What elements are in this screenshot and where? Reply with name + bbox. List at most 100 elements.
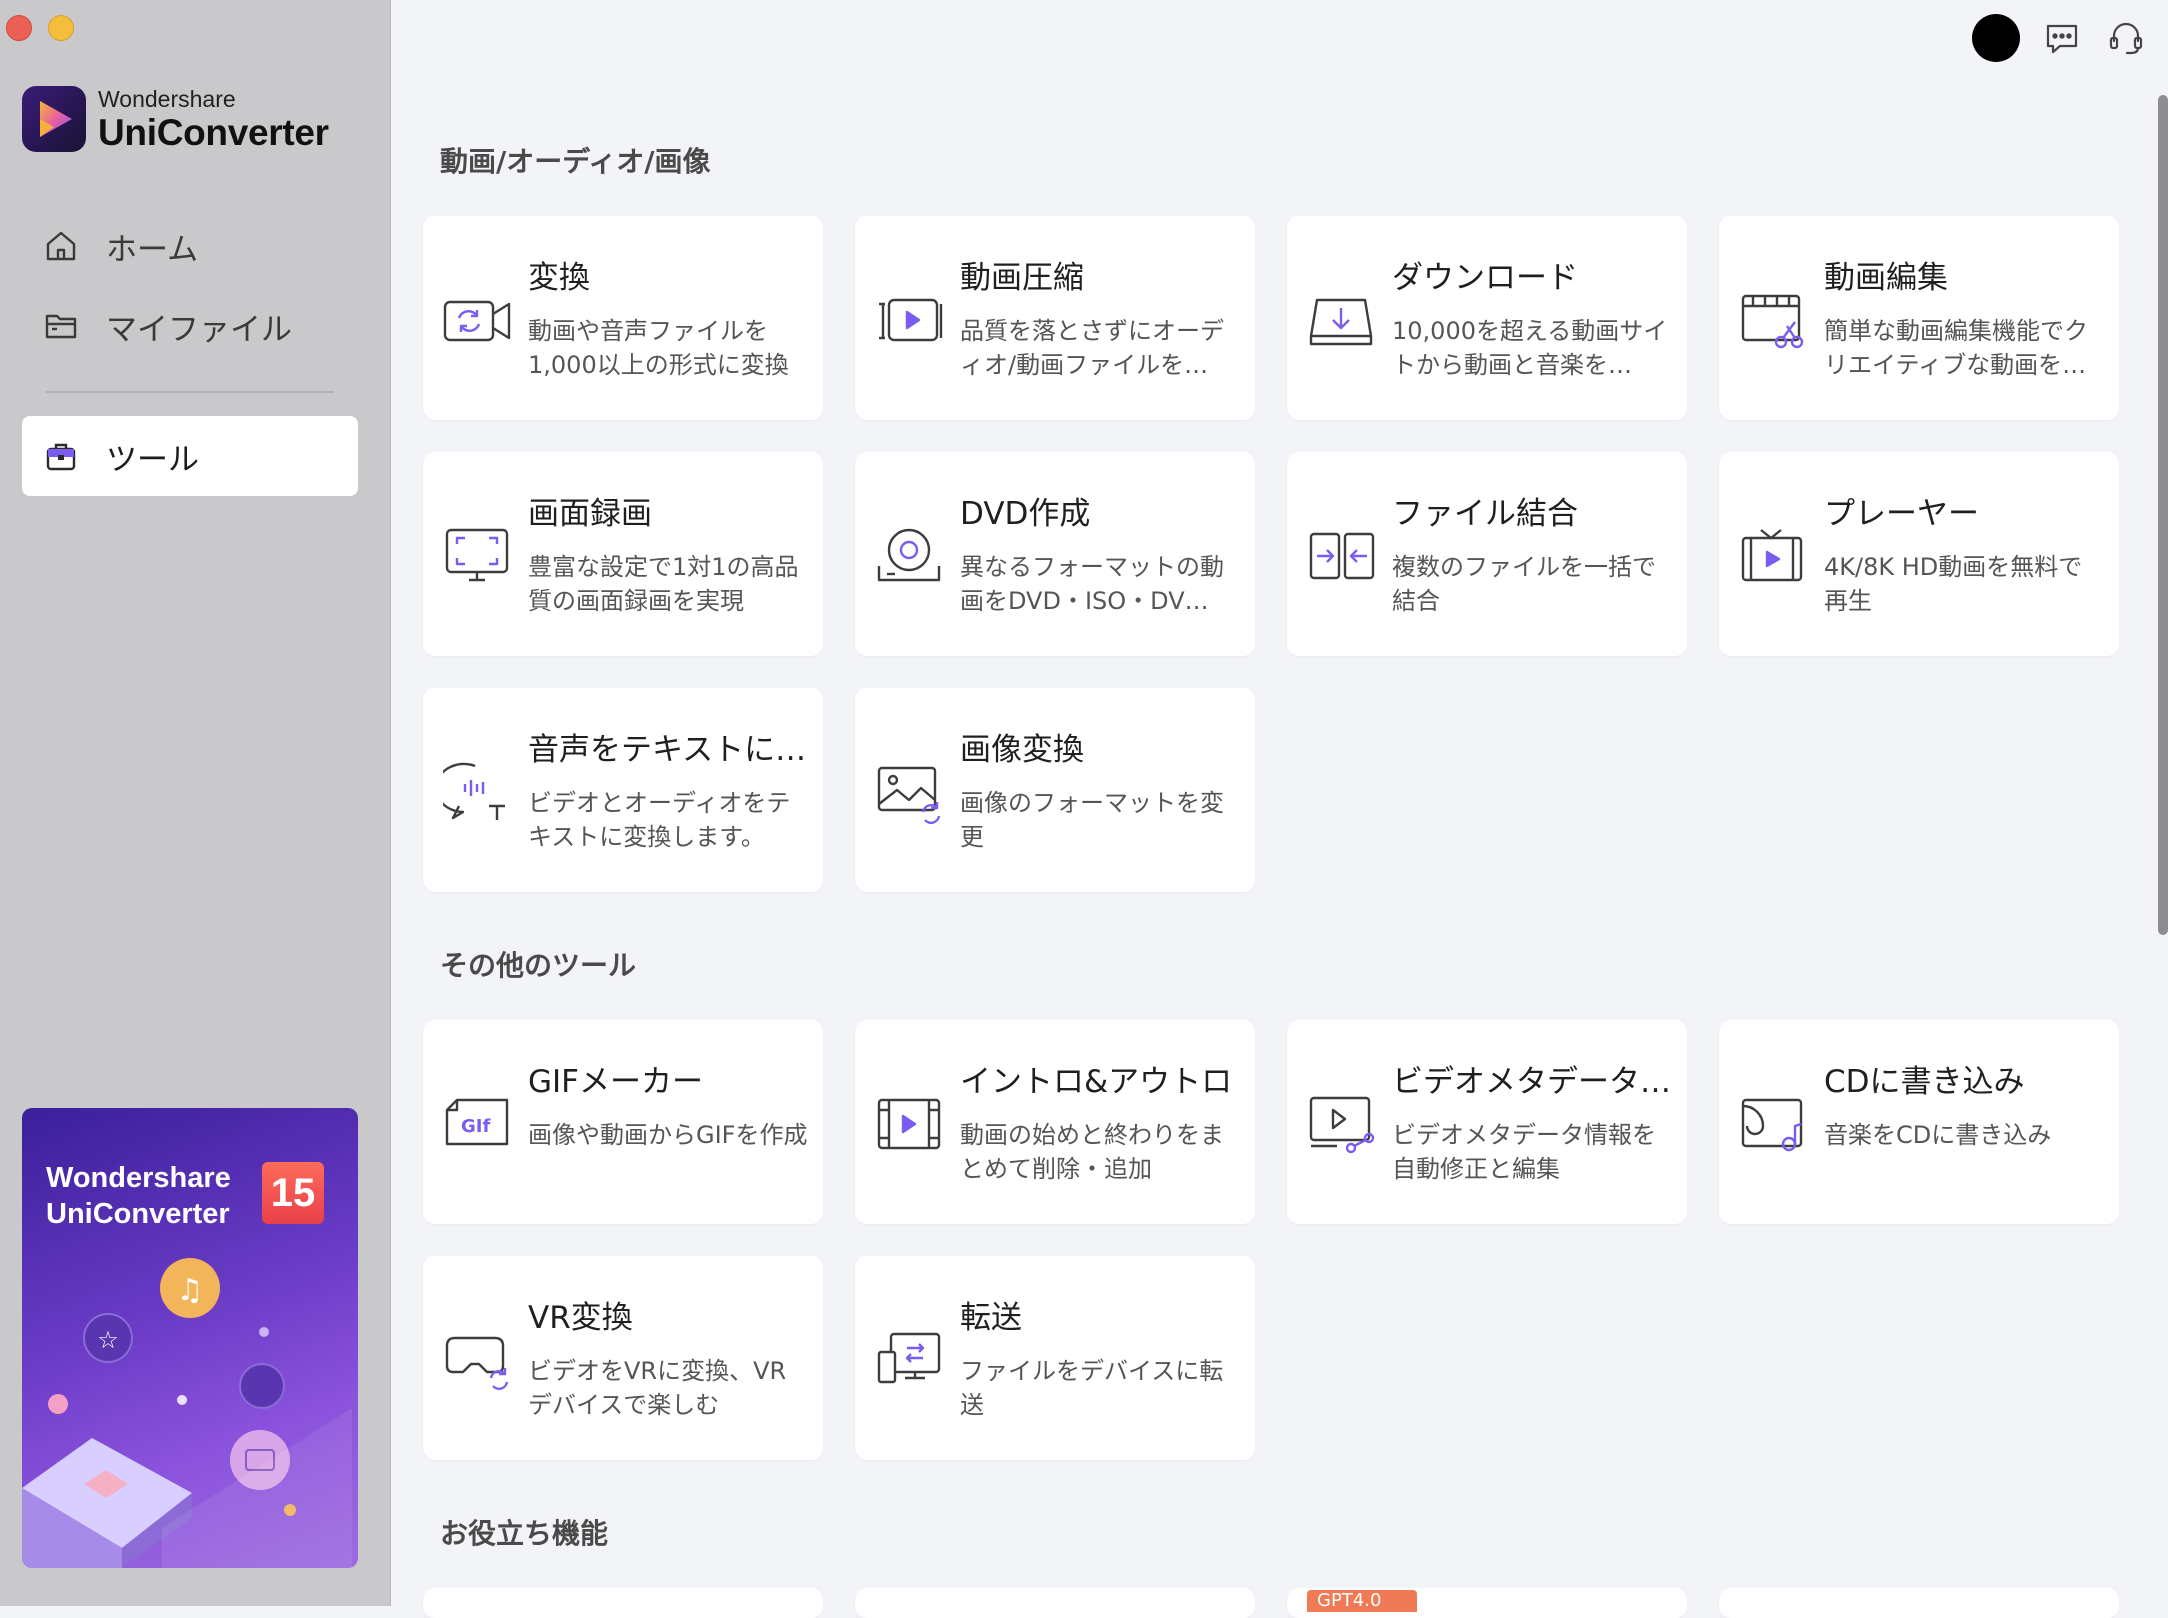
tool-card-cd-burn[interactable]: CDに書き込み 音楽をCDに書き込み bbox=[1719, 1020, 2119, 1224]
tool-card-desc: ファイルをデバイスに転送 bbox=[960, 1357, 1224, 1419]
uniconverter-logo-icon bbox=[22, 86, 86, 152]
image-convert-icon bbox=[877, 766, 941, 824]
tool-card-title: GIFメーカー bbox=[528, 1064, 703, 1100]
tool-card-convert[interactable]: 変換 動画や音声ファイルを1,000以上の形式に変換 bbox=[423, 216, 823, 420]
compress-icon bbox=[879, 298, 943, 342]
tool-card-desc: 簡単な動画編集機能でクリエイティブな動画を… bbox=[1824, 317, 2088, 379]
gif-icon: GIf bbox=[445, 1098, 509, 1146]
tool-card-desc: ビデオとオーディオをテキストに変換します。 bbox=[528, 789, 791, 851]
top-toolbar bbox=[1972, 14, 2148, 62]
tool-card-merge[interactable]: ファイル結合 複数のファイルを一括で結合 bbox=[1287, 452, 1687, 656]
tool-card-desc: 画像や動画からGIFを作成 bbox=[528, 1121, 808, 1149]
sidebar-item-tools[interactable]: ツール bbox=[22, 416, 358, 496]
close-window-button[interactable] bbox=[6, 15, 32, 41]
tool-card-title: 画面録画 bbox=[528, 496, 652, 532]
promo-banner[interactable]: Wondershare UniConverter 15 ♫ ☆ bbox=[22, 1108, 358, 1568]
intro-outro-icon bbox=[877, 1098, 941, 1150]
tool-card-dvd[interactable]: DVD作成 異なるフォーマットの動画をDVD・ISO・DV… bbox=[855, 452, 1255, 656]
tool-card-download[interactable]: ダウンロード 10,000を超える動画サイトから動画と音楽を… bbox=[1287, 216, 1687, 420]
tool-card[interactable] bbox=[855, 1588, 1255, 1618]
toolbox-icon bbox=[42, 437, 80, 475]
tool-card-video-edit[interactable]: 動画編集 簡単な動画編集機能でクリエイティブな動画を… bbox=[1719, 216, 2119, 420]
vr-icon bbox=[445, 1336, 509, 1390]
tool-card-title: 動画編集 bbox=[1824, 260, 1948, 296]
sidebar: Wondershare UniConverter ホーム マイファイル ツール … bbox=[0, 0, 391, 1606]
transfer-icon bbox=[877, 1332, 941, 1384]
tool-card-desc: 音楽をCDに書き込み bbox=[1824, 1121, 2052, 1149]
tool-card-screen-record[interactable]: 画面録画 豊富な設定で1対1の高品質の画面録画を実現 bbox=[423, 452, 823, 656]
tool-card-desc: 10,000を超える動画サイトから動画と音楽を… bbox=[1392, 317, 1668, 379]
chat-icon[interactable] bbox=[2040, 16, 2084, 60]
tool-card-desc: ビデオメタデータ情報を自動修正と編集 bbox=[1392, 1121, 1656, 1183]
tool-card-title: 動画圧縮 bbox=[960, 260, 1084, 296]
window-controls bbox=[6, 15, 74, 41]
tool-card-title: ダウンロード bbox=[1392, 260, 1578, 296]
merge-icon bbox=[1309, 532, 1375, 580]
sidebar-item-label: マイファイル bbox=[106, 311, 292, 348]
main-content: 動画/オーディオ/画像 変換 動画や音声ファイルを1,000以上の形式に変換 動… bbox=[391, 0, 2168, 1618]
tool-card-title: 転送 bbox=[960, 1300, 1022, 1336]
tool-card-desc: 動画の始めと終わりをまとめて削除・追加 bbox=[960, 1121, 1224, 1183]
section-title-useful: お役立ち機能 bbox=[440, 1517, 609, 1550]
cd-burn-icon bbox=[1741, 1098, 1803, 1152]
speech-to-text-icon bbox=[443, 762, 505, 820]
tool-card-desc: 4K/8K HD動画を無料で再生 bbox=[1824, 553, 2083, 615]
tool-card-desc: 豊富な設定で1対1の高品質の画面録画を実現 bbox=[528, 553, 799, 615]
tool-card-title: ファイル結合 bbox=[1392, 496, 1578, 532]
gpt-badge: GPT4.0 bbox=[1307, 1590, 1417, 1612]
folder-icon bbox=[42, 307, 80, 345]
tool-card-transfer[interactable]: 転送 ファイルをデバイスに転送 bbox=[855, 1256, 1255, 1460]
minimize-window-button[interactable] bbox=[48, 15, 74, 41]
tool-card-desc: 品質を落とさずにオーディオ/動画ファイルを… bbox=[960, 317, 1224, 379]
app-logo: Wondershare UniConverter bbox=[22, 86, 329, 152]
player-icon bbox=[1741, 529, 1803, 582]
brand-product: UniConverter bbox=[98, 111, 329, 153]
dvd-icon bbox=[877, 528, 941, 582]
tool-card-desc: 複数のファイルを一括で結合 bbox=[1392, 553, 1656, 615]
convert-icon bbox=[443, 300, 511, 342]
tool-card-title: ビデオメタデータ… bbox=[1392, 1064, 1671, 1100]
video-edit-icon bbox=[1741, 294, 1804, 349]
tool-card-title: CDに書き込み bbox=[1824, 1064, 2025, 1100]
tool-card[interactable] bbox=[1719, 1588, 2119, 1618]
download-icon bbox=[1309, 298, 1373, 346]
scrollbar[interactable] bbox=[2158, 95, 2168, 935]
tool-card-desc: 動画や音声ファイルを1,000以上の形式に変換 bbox=[528, 317, 789, 379]
support-headset-icon[interactable] bbox=[2104, 16, 2148, 60]
svg-text:♫: ♫ bbox=[177, 1273, 204, 1308]
tool-card-vr[interactable]: VR変換 ビデオをVRに変換、VRデバイスで楽しむ bbox=[423, 1256, 823, 1460]
promo-illustration: ♫ ☆ bbox=[22, 1258, 352, 1568]
screen-record-icon bbox=[445, 528, 509, 582]
tool-card-compress[interactable]: 動画圧縮 品質を落とさずにオーディオ/動画ファイルを… bbox=[855, 216, 1255, 420]
tool-card-speech-to-text[interactable]: 音声をテキストに… ビデオとオーディオをテキストに変換します。 bbox=[423, 688, 823, 892]
tool-card-desc: 異なるフォーマットの動画をDVD・ISO・DV… bbox=[960, 553, 1224, 615]
tool-card-title: 画像変換 bbox=[960, 732, 1084, 768]
tool-card-desc: ビデオをVRに変換、VRデバイスで楽しむ bbox=[528, 1357, 787, 1419]
tool-card-gif[interactable]: GIf GIFメーカー 画像や動画からGIFを作成 bbox=[423, 1020, 823, 1224]
tool-card-title: 変換 bbox=[528, 260, 590, 296]
sidebar-divider bbox=[46, 391, 334, 393]
brand-company: Wondershare bbox=[98, 85, 236, 112]
tool-card-metadata[interactable]: ビデオメタデータ… ビデオメタデータ情報を自動修正と編集 bbox=[1287, 1020, 1687, 1224]
tool-card-title: イントロ&アウトロ bbox=[960, 1064, 1233, 1100]
section-title-media: 動画/オーディオ/画像 bbox=[440, 145, 711, 178]
avatar[interactable] bbox=[1972, 14, 2020, 62]
tool-card-intro-outro[interactable]: イントロ&アウトロ 動画の始めと終わりをまとめて削除・追加 bbox=[855, 1020, 1255, 1224]
section-title-other-tools: その他のツール bbox=[440, 949, 637, 982]
metadata-icon bbox=[1309, 1096, 1375, 1154]
tool-card-image-convert[interactable]: 画像変換 画像のフォーマットを変更 bbox=[855, 688, 1255, 892]
tool-card-player[interactable]: プレーヤー 4K/8K HD動画を無料で再生 bbox=[1719, 452, 2119, 656]
svg-text:☆: ☆ bbox=[97, 1326, 119, 1354]
tool-card-title: VR変換 bbox=[528, 1300, 633, 1336]
tool-card[interactable] bbox=[423, 1588, 823, 1618]
sidebar-item-label: ツール bbox=[106, 441, 199, 478]
tool-card-title: 音声をテキストに… bbox=[528, 732, 807, 768]
tool-card-title: DVD作成 bbox=[960, 496, 1091, 532]
sidebar-item-label: ホーム bbox=[106, 231, 199, 268]
tool-card-title: プレーヤー bbox=[1824, 496, 1979, 532]
tool-card-desc: 画像のフォーマットを変更 bbox=[960, 789, 1224, 851]
sidebar-item-myfiles[interactable]: マイファイル bbox=[22, 286, 358, 366]
sidebar-item-home[interactable]: ホーム bbox=[22, 206, 358, 286]
home-icon bbox=[42, 227, 80, 265]
svg-text:GIf: GIf bbox=[461, 1116, 490, 1137]
